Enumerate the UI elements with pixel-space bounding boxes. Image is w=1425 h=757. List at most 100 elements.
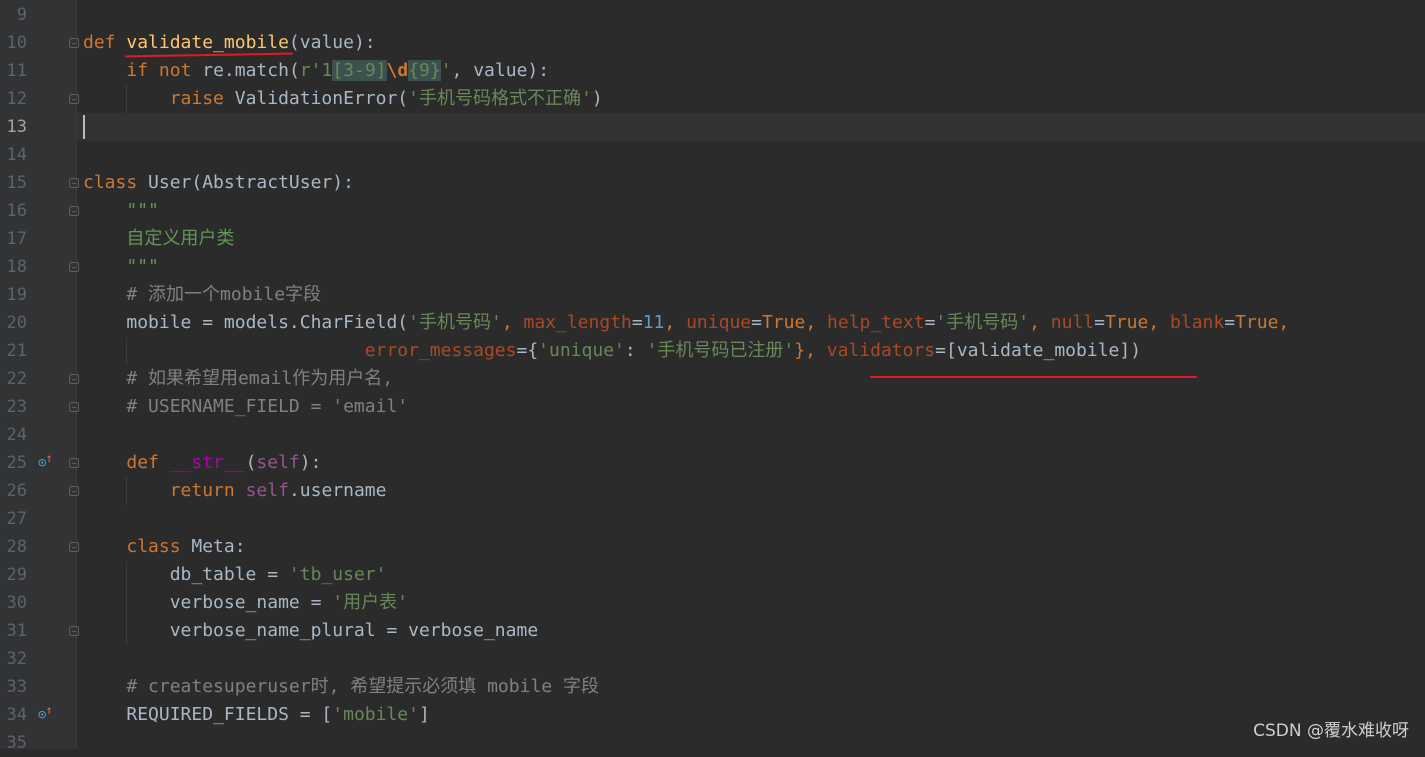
keyword: class — [126, 536, 181, 557]
keyword: True — [1104, 312, 1149, 333]
fold-marker[interactable] — [69, 458, 79, 468]
line-number: 30 — [6, 593, 27, 613]
code-line-22[interactable]: # 如果希望用email作为用户名, — [83, 365, 393, 393]
code-text: re.match( — [191, 60, 300, 81]
fold-marker[interactable] — [69, 402, 79, 412]
code-line-15[interactable]: class User(AbstractUser): — [83, 169, 354, 197]
line-number: 29 — [6, 565, 27, 585]
code-line-17[interactable]: 自定义用户类 — [83, 225, 234, 253]
docstring: """ — [126, 200, 159, 221]
punct: = — [631, 312, 643, 333]
keyword: True — [761, 312, 806, 333]
code-line-21[interactable]: error_messages={'unique': '手机号码已注册'}, va… — [83, 337, 1141, 365]
fold-marker[interactable] — [69, 206, 79, 216]
punct: = — [924, 312, 936, 333]
code-line-11[interactable]: if not re.match(r'1[3-9]\d{9}', value): — [83, 57, 549, 85]
code-line-33[interactable]: # createsuperuser时, 希望提示必须填 mobile 字段 — [83, 673, 599, 701]
punct: , — [664, 312, 687, 333]
code-text: mobile = models.CharField( — [126, 312, 409, 333]
line-number: 32 — [6, 649, 27, 669]
keyword: class — [83, 172, 138, 193]
kwarg: blank — [1170, 312, 1225, 333]
code-line-26[interactable]: return self.username — [83, 477, 387, 505]
code-text: , value): — [451, 60, 550, 81]
fold-marker[interactable] — [69, 94, 79, 104]
kwarg: unique — [686, 312, 752, 333]
regex-literal: 1 — [321, 60, 333, 81]
comment: # createsuperuser时, 希望提示必须填 mobile 字段 — [126, 676, 599, 697]
line-number: 21 — [6, 341, 27, 361]
override-icon[interactable]: ⊙↑ — [38, 701, 53, 729]
string: '手机号码' — [408, 312, 502, 333]
code-line-23[interactable]: # USERNAME_FIELD = 'email' — [83, 393, 408, 421]
self-keyword: self — [256, 452, 300, 473]
keyword: raise — [169, 88, 224, 109]
keyword: not — [158, 60, 192, 81]
line-number: 16 — [6, 201, 27, 221]
fold-marker[interactable] — [69, 542, 79, 552]
comment: # 添加一个mobile字段 — [126, 284, 322, 305]
code-line-19[interactable]: # 添加一个mobile字段 — [83, 281, 321, 309]
fold-marker[interactable] — [69, 486, 79, 496]
line-number: 24 — [6, 425, 27, 445]
punct: ): — [353, 32, 376, 53]
line-number: 31 — [6, 621, 27, 641]
line-number: 17 — [6, 229, 27, 249]
comment: # 如果希望用email作为用户名, — [126, 368, 394, 389]
fold-marker[interactable] — [69, 374, 79, 384]
code-line-25[interactable]: def __str__(self): — [83, 449, 321, 477]
kwarg: error_messages — [364, 340, 517, 361]
code-line-18[interactable]: """ — [83, 253, 159, 281]
fold-marker[interactable] — [69, 178, 79, 188]
kwarg: null — [1050, 312, 1095, 333]
line-number: 11 — [6, 61, 27, 81]
punct: ( — [245, 452, 257, 473]
kwarg: validators — [826, 340, 936, 361]
code-line-12[interactable]: raise ValidationError('手机号码格式不正确') — [83, 85, 603, 113]
line-number: 12 — [6, 89, 27, 109]
fold-marker[interactable] — [69, 262, 79, 272]
keyword: return — [169, 480, 235, 501]
override-icon[interactable]: ⊙↑ — [38, 449, 53, 477]
watermark: CSDN @覆水难收呀 — [1253, 721, 1409, 741]
function-name: __str__ — [169, 452, 246, 473]
annotation-underline — [870, 376, 1197, 378]
punct: = — [1094, 312, 1105, 333]
function-name: validate_mobile — [126, 32, 289, 53]
line-number: 18 — [6, 257, 27, 277]
current-line-highlight — [77, 113, 1425, 141]
code-line-29[interactable]: db_table = 'tb_user' — [83, 561, 387, 589]
regex-class: [3-9] — [332, 60, 387, 81]
code-line-31[interactable]: verbose_name_plural = verbose_name — [83, 617, 538, 645]
number: 11 — [642, 312, 665, 333]
parameter: value — [299, 32, 354, 53]
code-text: REQUIRED_FIELDS = [ — [126, 704, 333, 725]
line-number: 14 — [6, 145, 27, 165]
fold-marker[interactable] — [69, 626, 79, 636]
code-line-30[interactable]: verbose_name = '用户表' — [83, 589, 408, 617]
regex-escape: \d — [386, 60, 409, 81]
punct: ] — [418, 704, 430, 725]
fold-marker[interactable] — [69, 38, 79, 48]
code-line-34[interactable]: REQUIRED_FIELDS = ['mobile'] — [83, 701, 430, 729]
string: 'unique' — [538, 340, 625, 361]
string: '手机号码已注册' — [646, 340, 795, 361]
line-number: 25 — [6, 453, 27, 473]
punct: , — [501, 312, 524, 333]
docstring: """ — [126, 256, 159, 277]
code-text: =[validate_mobile]) — [935, 340, 1142, 361]
keyword: if — [126, 60, 149, 81]
code-text: verbose_name = — [169, 592, 333, 613]
string: '手机号码格式不正确' — [408, 88, 592, 109]
string: ' — [440, 60, 452, 81]
punct: ): — [299, 452, 322, 473]
string: '手机号码' — [935, 312, 1030, 333]
line-number: 13 — [6, 117, 27, 137]
code-line-28[interactable]: class Meta: — [83, 533, 245, 561]
line-number: 26 — [6, 481, 27, 501]
line-number: 23 — [6, 397, 27, 417]
code-line-16[interactable]: """ — [83, 197, 159, 225]
line-number: 19 — [6, 285, 27, 305]
code-line-20[interactable]: mobile = models.CharField('手机号码', max_le… — [83, 309, 1289, 337]
